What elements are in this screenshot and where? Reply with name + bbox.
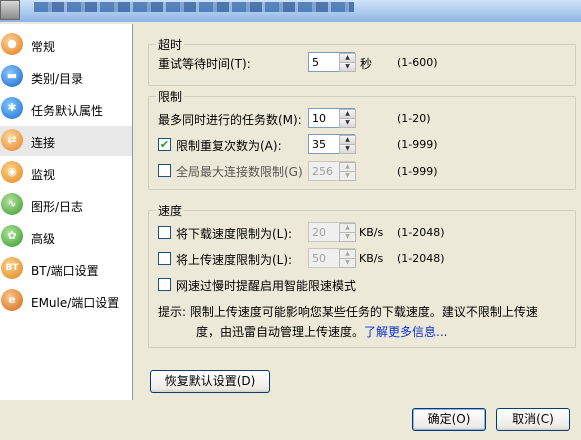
spin-down-icon[interactable]: ▼ bbox=[339, 144, 356, 154]
download-limit-range: (1-2048) bbox=[397, 226, 445, 239]
global-conn-label: 全局最大连接数限制(G) bbox=[176, 165, 303, 179]
spin-arrows: ▲ ▼ bbox=[339, 162, 356, 181]
speed-hint-line2: 度，由迅雷自动管理上传速度。 bbox=[196, 325, 365, 339]
max-tasks-value: 10 bbox=[312, 112, 326, 125]
spin-down-icon[interactable]: ▼ bbox=[339, 258, 356, 268]
smart-speed-label: 网速过慢时提醒启用智能限速模式 bbox=[176, 279, 357, 293]
sidebar-item-label: 连接 bbox=[31, 136, 56, 150]
max-tasks-spinbox[interactable]: 10 ▲ ▼ bbox=[308, 108, 356, 128]
global-conn-range: (1-999) bbox=[397, 165, 438, 178]
retry-wait-unit: 秒 bbox=[360, 57, 373, 71]
bt-icon: BT bbox=[1, 257, 23, 279]
download-limit-unit: KB/s bbox=[359, 226, 384, 239]
sidebar-item-label: 高级 bbox=[31, 232, 56, 246]
connection-icon: ⇄ bbox=[1, 129, 23, 151]
settings-sidebar: ● 常规 ▬ 类别/目录 ✱ 任务默认属性 ⇄ 连接 ◉ 监视 ∿ 图形/日志 … bbox=[0, 24, 133, 400]
sidebar-item-label: 任务默认属性 bbox=[31, 104, 104, 118]
global-conn-checkbox[interactable] bbox=[158, 164, 171, 177]
retry-limit-checkbox[interactable]: ✔ bbox=[158, 138, 171, 151]
upload-limit-range: (1-2048) bbox=[397, 252, 445, 265]
sidebar-item-general[interactable]: ● 常规 bbox=[0, 30, 132, 60]
spin-arrows: ▲ ▼ bbox=[339, 223, 356, 242]
spin-down-icon[interactable]: ▼ bbox=[339, 62, 356, 72]
gear-icon: ✿ bbox=[1, 225, 23, 247]
sidebar-item-graph-log[interactable]: ∿ 图形/日志 bbox=[0, 190, 132, 220]
retry-limit-label: 限制重复次数为(A): bbox=[176, 139, 282, 153]
title-bar bbox=[0, 0, 581, 22]
sidebar-item-connection[interactable]: ⇄ 连接 bbox=[0, 126, 132, 156]
retry-wait-spinbox[interactable]: 5 ▲ ▼ bbox=[308, 52, 356, 72]
retry-limit-range: (1-999) bbox=[397, 138, 438, 151]
sidebar-item-label: 常规 bbox=[31, 40, 56, 54]
general-icon: ● bbox=[1, 33, 23, 55]
sidebar-item-label: 类别/目录 bbox=[31, 72, 84, 86]
retry-wait-label: 重试等待时间(T): bbox=[158, 57, 251, 71]
sidebar-item-emule[interactable]: e EMule/端口设置 bbox=[0, 286, 132, 316]
emule-icon: e bbox=[1, 289, 23, 311]
global-conn-spinbox[interactable]: 256 ▲ ▼ bbox=[308, 161, 356, 181]
star-icon: ✱ bbox=[1, 97, 23, 119]
smart-speed-checkbox[interactable] bbox=[158, 278, 171, 291]
download-limit-spinbox[interactable]: 20 ▲ ▼ bbox=[308, 222, 356, 242]
max-tasks-range: (1-20) bbox=[397, 112, 431, 125]
retry-limit-spinbox[interactable]: 35 ▲ ▼ bbox=[308, 134, 356, 154]
learn-more-link[interactable]: 了解更多信息... bbox=[364, 325, 447, 339]
spin-arrows: ▲ ▼ bbox=[339, 53, 356, 72]
download-limit-label: 将下载速度限制为(L): bbox=[176, 227, 293, 241]
sidebar-item-category[interactable]: ▬ 类别/目录 bbox=[0, 62, 132, 92]
speed-hint-line1: 提示: 限制上传速度可能影响您某些任务的下载速度。建议不限制上传速 bbox=[158, 305, 538, 319]
monitor-icon: ◉ bbox=[1, 161, 23, 183]
cancel-button[interactable]: 取消(C) bbox=[496, 408, 570, 431]
limits-group-title: 限制 bbox=[156, 88, 185, 105]
retry-wait-value: 5 bbox=[312, 56, 319, 69]
sidebar-item-label: 监视 bbox=[31, 168, 56, 182]
sidebar-item-label: EMule/端口设置 bbox=[31, 296, 120, 310]
ok-button[interactable]: 确定(O) bbox=[412, 408, 486, 431]
max-tasks-label: 最多同时进行的任务数(M): bbox=[158, 113, 302, 127]
sidebar-item-monitor[interactable]: ◉ 监视 bbox=[0, 158, 132, 188]
sidebar-item-label: 图形/日志 bbox=[31, 200, 84, 214]
spin-arrows: ▲ ▼ bbox=[339, 135, 356, 154]
sidebar-item-label: BT/端口设置 bbox=[31, 264, 99, 278]
app-icon bbox=[0, 0, 20, 20]
spin-arrows: ▲ ▼ bbox=[339, 249, 356, 268]
speed-group-title: 速度 bbox=[156, 202, 185, 219]
download-limit-checkbox[interactable] bbox=[158, 226, 171, 239]
spin-down-icon[interactable]: ▼ bbox=[339, 118, 356, 128]
upload-limit-unit: KB/s bbox=[359, 252, 384, 265]
sidebar-item-bt[interactable]: BT BT/端口设置 bbox=[0, 254, 132, 284]
spin-down-icon[interactable]: ▼ bbox=[339, 171, 356, 181]
restore-defaults-button[interactable]: 恢复默认设置(D) bbox=[150, 370, 270, 393]
download-limit-value: 20 bbox=[312, 226, 326, 239]
graph-icon: ∿ bbox=[1, 193, 23, 215]
sidebar-item-advanced[interactable]: ✿ 高级 bbox=[0, 222, 132, 252]
upload-limit-checkbox[interactable] bbox=[158, 252, 171, 265]
upload-limit-spinbox[interactable]: 50 ▲ ▼ bbox=[308, 248, 356, 268]
upload-limit-label: 将上传速度限制为(L): bbox=[176, 253, 293, 267]
timeout-group-title: 超时 bbox=[156, 36, 185, 53]
folder-icon: ▬ bbox=[1, 65, 23, 87]
spin-down-icon[interactable]: ▼ bbox=[339, 232, 356, 242]
upload-limit-value: 50 bbox=[312, 252, 326, 265]
title-text-blurred bbox=[34, 2, 354, 12]
retry-limit-value: 35 bbox=[312, 138, 326, 151]
sidebar-item-task-defaults[interactable]: ✱ 任务默认属性 bbox=[0, 94, 132, 124]
global-conn-value: 256 bbox=[312, 165, 333, 178]
retry-wait-range: (1-600) bbox=[397, 56, 438, 69]
speed-hint-line2-group: 度，由迅雷自动管理上传速度。了解更多信息... bbox=[196, 323, 447, 340]
spin-arrows: ▲ ▼ bbox=[339, 109, 356, 128]
